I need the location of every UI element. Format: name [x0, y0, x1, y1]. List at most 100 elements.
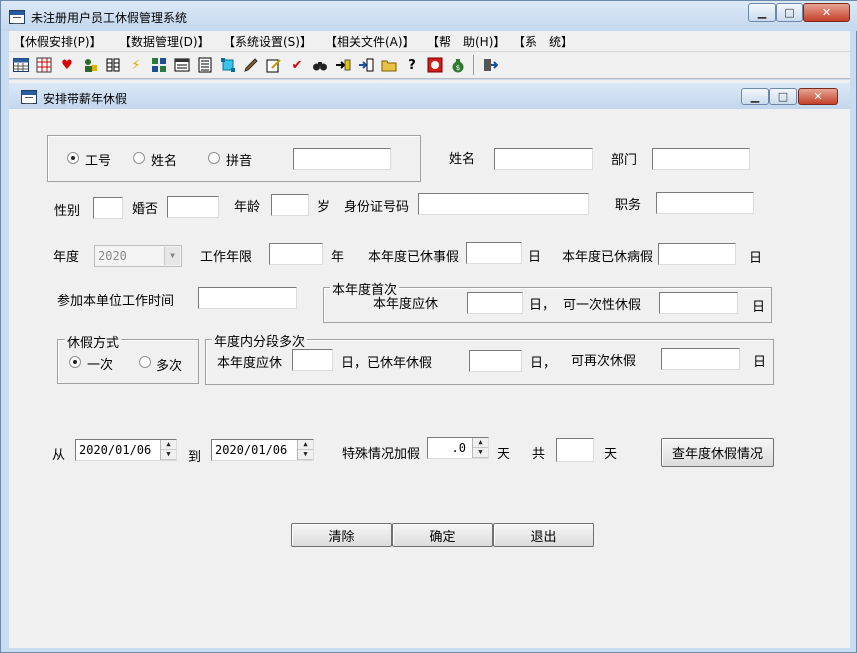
id-card-label: 身份证号码 — [344, 200, 410, 215]
menu-data-manage[interactable]: 【数据管理(D)】 — [119, 33, 210, 50]
heart-icon[interactable]: ♥ — [58, 56, 76, 74]
age-label: 年龄 — [234, 200, 261, 215]
total-days-field[interactable] — [556, 438, 594, 462]
special-days-arrows[interactable]: ▲ ▼ — [472, 438, 488, 458]
menu-system[interactable]: 【系 统】 — [513, 33, 573, 50]
id-card-field[interactable] — [418, 193, 589, 215]
personal-leave-field[interactable] — [466, 242, 522, 264]
calendar-icon[interactable] — [173, 56, 191, 74]
year-select[interactable]: 2020 ▼ — [94, 245, 182, 267]
from-date-value: 2020/01/06 — [79, 443, 152, 457]
binoculars-icon[interactable] — [311, 56, 329, 74]
close-icon: ✕ — [813, 90, 823, 103]
rested-label: 日，已休年休假 — [341, 356, 433, 371]
help-icon[interactable]: ? — [403, 56, 421, 74]
dept-field[interactable] — [652, 148, 750, 170]
gender-field[interactable] — [93, 197, 123, 219]
to-label: 到 — [188, 450, 202, 465]
one-time-unit: 日 — [752, 300, 766, 315]
radio-pinyin[interactable] — [208, 152, 220, 164]
radio-mode-once-label: 一次 — [87, 358, 114, 373]
married-field[interactable] — [167, 196, 219, 218]
arrow-in-icon[interactable] — [334, 56, 352, 74]
one-time-field[interactable] — [659, 292, 738, 314]
first-due-field[interactable] — [467, 292, 523, 314]
radio-name-label: 姓名 — [151, 154, 178, 169]
one-time-label: 可一次性休假 — [563, 298, 642, 313]
name-field[interactable] — [494, 148, 593, 170]
spin-up-icon: ▲ — [161, 440, 176, 450]
name-label: 姓名 — [449, 152, 476, 167]
rested-field[interactable] — [469, 350, 522, 372]
stop-icon[interactable] — [426, 56, 444, 74]
menu-help[interactable]: 【帮 助(H)】 — [427, 33, 505, 50]
cards-icon[interactable] — [150, 56, 168, 74]
special-days-spinner[interactable]: .0 ▲ ▼ — [427, 437, 489, 459]
list-icon[interactable] — [196, 56, 214, 74]
toolbar-separator — [473, 55, 474, 75]
menu-bar: 【休假安排(P)】 【数据管理(D)】 【系统设置(S)】 【相关文件(A)】 … — [9, 31, 850, 51]
dept-label: 部门 — [611, 153, 638, 168]
user-key-icon[interactable] — [81, 56, 99, 74]
exit-icon[interactable] — [481, 56, 499, 74]
child-close-button[interactable]: ✕ — [798, 88, 838, 105]
folder-open-icon[interactable] — [380, 56, 398, 74]
search-input[interactable] — [293, 148, 391, 170]
to-date-value: 2020/01/06 — [215, 443, 288, 457]
work-years-label: 工作年限 — [200, 250, 253, 265]
money-bag-icon[interactable]: $ — [449, 56, 467, 74]
sick-leave-label: 本年度已休病假 — [562, 250, 654, 265]
lightning-icon[interactable]: ⚡ — [127, 56, 145, 74]
position-field[interactable] — [656, 192, 754, 214]
menu-related-files[interactable]: 【相关文件(A)】 — [325, 33, 415, 50]
radio-name[interactable] — [133, 152, 145, 164]
grid-icon[interactable] — [35, 56, 53, 74]
personal-leave-unit: 日 — [528, 250, 542, 265]
from-label: 从 — [52, 448, 66, 463]
work-years-field[interactable] — [269, 243, 323, 265]
title-bar: 未注册用户员工休假管理系统 ▁ □ ✕ — [1, 1, 857, 31]
gender-label: 性别 — [54, 204, 81, 219]
checkmark-icon[interactable]: ✔ — [288, 56, 306, 74]
child-maximize-button[interactable]: □ — [769, 88, 797, 105]
table-icon[interactable] — [12, 56, 30, 74]
age-unit-label: 岁 — [317, 200, 331, 215]
again-field[interactable] — [661, 348, 740, 370]
radio-mode-once[interactable] — [69, 356, 81, 368]
menu-leave-plan[interactable]: 【休假安排(P)】 — [13, 33, 102, 50]
multi-due-field[interactable] — [292, 349, 333, 371]
join-time-field[interactable] — [198, 287, 297, 309]
age-field[interactable] — [271, 194, 309, 216]
from-date-picker[interactable]: 2020/01/06 ▲ ▼ — [75, 439, 177, 461]
first-due-unit: 日， — [529, 298, 556, 313]
login-icon[interactable] — [357, 56, 375, 74]
close-button[interactable]: ✕ — [803, 3, 850, 22]
child-window-icon — [21, 90, 37, 104]
radio-mode-multi-label: 多次 — [156, 359, 183, 374]
to-date-picker[interactable]: 2020/01/06 ▲ ▼ — [211, 439, 314, 461]
child-minimize-button[interactable]: ▁ — [741, 88, 769, 105]
year-value: 2020 — [98, 249, 127, 263]
spin-up-icon: ▲ — [298, 440, 313, 450]
position-label: 职务 — [615, 198, 642, 213]
query-leave-button[interactable]: 查年度休假情况 — [661, 438, 774, 467]
radio-pinyin-label: 拼音 — [226, 154, 253, 169]
svg-text:$: $ — [456, 64, 460, 72]
radio-mode-multi[interactable] — [139, 356, 151, 368]
ok-button[interactable]: 确定 — [392, 523, 493, 547]
clear-button[interactable]: 清除 — [291, 523, 392, 547]
exit-button[interactable]: 退出 — [493, 523, 594, 547]
columns-icon[interactable] — [104, 56, 122, 74]
radio-emp-id[interactable] — [67, 152, 79, 164]
select-icon[interactable] — [219, 56, 237, 74]
pencil-icon[interactable] — [242, 56, 260, 74]
spin-down-icon: ▼ — [161, 450, 176, 460]
from-date-spinner[interactable]: ▲ ▼ — [160, 440, 176, 460]
note-edit-icon[interactable] — [265, 56, 283, 74]
menu-system-settings[interactable]: 【系统设置(S)】 — [223, 33, 312, 50]
maximize-button[interactable]: □ — [776, 3, 803, 22]
sick-leave-field[interactable] — [658, 243, 736, 265]
minimize-button[interactable]: ▁ — [748, 3, 776, 22]
maximize-icon: □ — [777, 90, 789, 103]
to-date-spinner[interactable]: ▲ ▼ — [297, 440, 313, 460]
